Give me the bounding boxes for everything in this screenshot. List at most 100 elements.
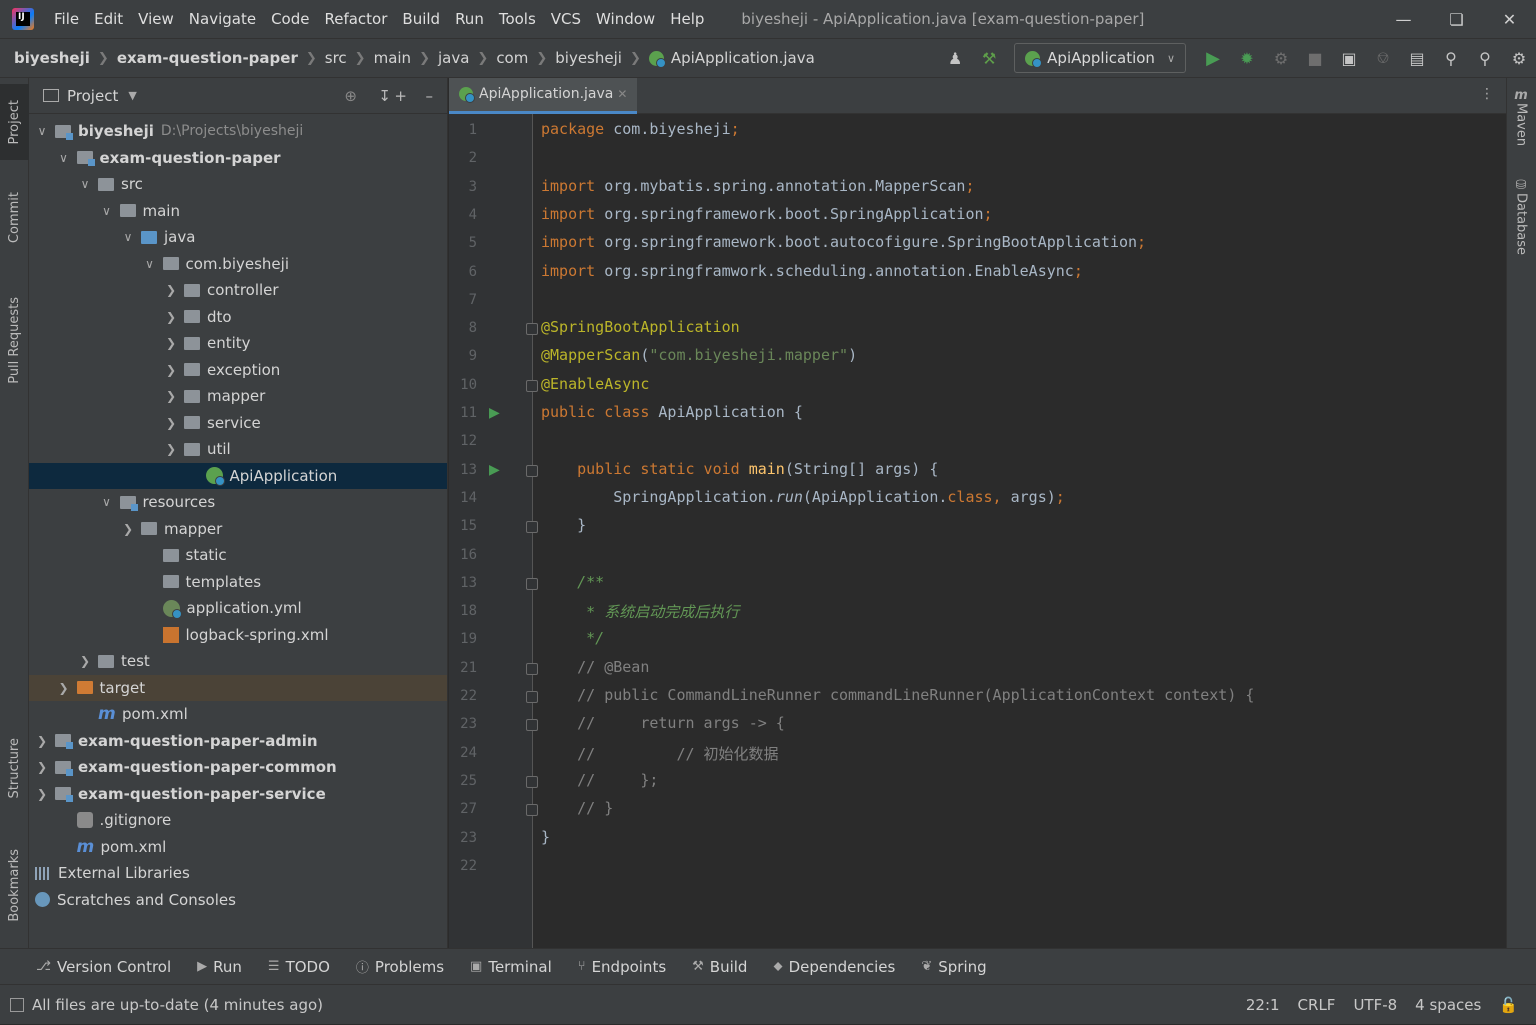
search-icon[interactable]: ⚲ [1468,39,1502,77]
menu-help[interactable]: Help [670,10,704,28]
run-icon[interactable]: ▶ [1196,39,1230,77]
menu-vcs[interactable]: VCS [551,10,581,28]
chevron-right-icon[interactable]: ❯ [35,787,49,801]
chevron-down-icon[interactable]: ▼ [128,89,136,102]
breadcrumb-item[interactable]: main [374,49,411,67]
menu-run[interactable]: Run [455,10,484,28]
tree-item-java[interactable]: ∨ java [29,224,447,250]
tree-item-mapper[interactable]: ❯ mapper [29,383,447,409]
line-separator[interactable]: CRLF [1298,996,1336,1014]
breadcrumb-item[interactable]: com [496,49,528,67]
tree-item-pom-xml[interactable]: m pom.xml [29,701,447,727]
code-line[interactable]: // public CommandLineRunner commandLineR… [541,686,1254,704]
code-line[interactable]: // @Bean [541,658,649,676]
chevron-down-icon[interactable]: ∨ [78,177,92,191]
build-hammer-icon[interactable]: ⚒ [972,39,1006,77]
menu-refactor[interactable]: Refactor [324,10,387,28]
tree-item-service[interactable]: ❯ service [29,410,447,436]
chevron-right-icon[interactable]: ❯ [164,416,178,430]
tree-item-static[interactable]: static [29,542,447,568]
code-line[interactable]: SpringApplication.run(ApiApplication.cla… [541,488,1065,506]
caret-position[interactable]: 22:1 [1246,996,1280,1014]
tree-item-exam-question-paper-admin[interactable]: ❯ exam-question-paper-admin [29,728,447,754]
close-icon[interactable]: ✕ [1483,0,1536,38]
hide-panel-icon[interactable]: – [426,87,434,105]
profile-icon[interactable]: ⚙ [1264,39,1298,77]
tree-item-external-libraries[interactable]: External Libraries [29,860,447,886]
chevron-down-icon[interactable]: ∨ [100,204,114,218]
tree-item-application-yml[interactable]: application.yml [29,595,447,621]
status-message[interactable]: All files are up-to-date (4 minutes ago) [32,996,323,1014]
more-options-icon[interactable]: ⋮ [1480,86,1494,102]
tree-item-controller[interactable]: ❯ controller [29,277,447,303]
tree-item-target[interactable]: ❯ target [29,674,447,701]
tool-tab-bookmarks[interactable]: Bookmarks [0,838,29,933]
code-line[interactable]: public static void main(String[] args) { [541,460,938,478]
tree-item-test[interactable]: ❯ test [29,648,447,674]
tree-item-logback-spring-xml[interactable]: logback-spring.xml [29,622,447,648]
code-line[interactable]: @MapperScan("com.biyesheji.mapper") [541,346,857,364]
menu-window[interactable]: Window [596,10,655,28]
close-tab-icon[interactable]: ✕ [617,87,627,101]
code-line[interactable]: import org.mybatis.spring.annotation.Map… [541,177,974,195]
code-line[interactable]: import org.springframwork.scheduling.ann… [541,262,1083,280]
code-line[interactable]: * 系统启动完成后执行 [541,601,739,622]
breadcrumb-item[interactable]: biyesheji [14,49,90,67]
bottom-tab-endpoints[interactable]: ⑂ Endpoints [578,958,666,976]
bottom-tab-version-control[interactable]: ⎇ Version Control [36,958,171,976]
tree-item-exam-question-paper-service[interactable]: ❯ exam-question-paper-service [29,781,447,807]
code-line[interactable]: @SpringBootApplication [541,318,740,336]
chevron-right-icon[interactable]: ❯ [164,442,178,456]
code-line[interactable]: // // 初始化数据 [541,743,778,764]
chevron-right-icon[interactable]: ❯ [57,681,71,695]
tree-item-scratches-and-consoles[interactable]: Scratches and Consoles [29,887,447,913]
tree-item-resources[interactable]: ∨ resources [29,489,447,515]
bottom-tab-todo[interactable]: ☰ TODO [268,958,330,976]
indent-setting[interactable]: 4 spaces [1415,996,1481,1014]
chevron-right-icon[interactable]: ❯ [164,283,178,297]
tree-item-exam-question-paper[interactable]: ∨ exam-question-paper [29,145,447,171]
code-line[interactable]: } [541,828,550,846]
bottom-tab-problems[interactable]: ⓘ Problems [356,957,444,977]
chevron-right-icon[interactable]: ❯ [164,310,178,324]
code-line[interactable]: // return args -> { [541,714,785,732]
bottom-tab-spring[interactable]: ❦ Spring [921,958,986,976]
tree-item-apiapplication[interactable]: ApiApplication [29,462,447,489]
lock-icon[interactable]: 🔓 [1499,996,1518,1014]
rerun-window-icon[interactable]: ▣ [1332,39,1366,77]
tree-item-main[interactable]: ∨ main [29,198,447,224]
toggle-tool-windows-icon[interactable] [10,997,24,1012]
code-line[interactable]: */ [541,629,604,647]
run-configuration-select[interactable]: ApiApplication ∨ [1014,43,1186,73]
menu-code[interactable]: Code [271,10,309,28]
chevron-right-icon[interactable]: ❯ [78,654,92,668]
tree-item-src[interactable]: ∨ src [29,171,447,197]
chevron-down-icon[interactable]: ∨ [57,151,71,165]
bottom-tab-build[interactable]: ⚒ Build [692,958,747,976]
tree-item-mapper[interactable]: ❯ mapper [29,516,447,542]
restore-icon[interactable]: ❏ [1430,0,1483,38]
code-line[interactable]: import org.springframework.boot.SpringAp… [541,205,993,223]
code-line[interactable]: import org.springframework.boot.autocofi… [541,233,1146,251]
tree-item-biyesheji[interactable]: ∨ biyesheji D:\Projects\biyesheji [29,118,447,144]
tool-tab-database[interactable]: ⛁ Database [1506,178,1536,255]
menu-file[interactable]: File [54,10,79,28]
chevron-down-icon[interactable]: ∨ [100,495,114,509]
tree-item-gitignore[interactable]: .gitignore [29,807,447,833]
code-line[interactable]: // } [541,799,613,817]
chevron-right-icon[interactable]: ❯ [164,363,178,377]
chevron-right-icon[interactable]: ❯ [35,734,49,748]
tree-item-templates[interactable]: templates [29,569,447,595]
chevron-down-icon[interactable]: ∨ [121,230,135,244]
bottom-tab-run[interactable]: ▶ Run [197,958,242,976]
minimize-icon[interactable]: — [1377,0,1430,38]
menu-edit[interactable]: Edit [94,10,123,28]
code-line[interactable]: package com.biyesheji; [541,120,740,138]
code-line[interactable]: // }; [541,771,658,789]
breadcrumb-item[interactable]: biyesheji [555,49,622,67]
menu-navigate[interactable]: Navigate [189,10,256,28]
tree-item-entity[interactable]: ❯ entity [29,330,447,356]
chevron-right-icon[interactable]: ❯ [35,760,49,774]
collapse-all-icon[interactable]: ↧ [378,87,391,105]
editor-tab-apiapplication[interactable]: ApiApplication.java ✕ [449,77,638,114]
